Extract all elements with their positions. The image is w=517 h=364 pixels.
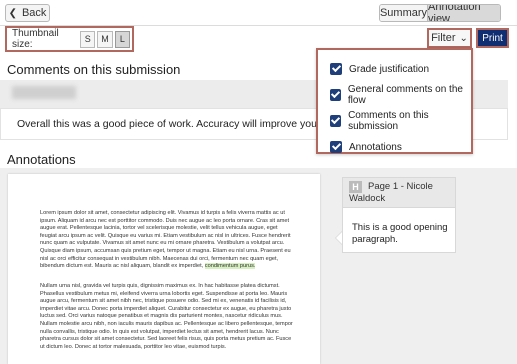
annotation-card[interactable]: H Page 1 - Nicole Waldock This is a good…	[342, 177, 456, 253]
comment-text: Overall this was a good piece of work. A…	[17, 118, 354, 130]
annotation-card-title: Page 1 - Nicole Waldock	[349, 181, 433, 204]
filter-item-label: Comments on this submission	[348, 110, 429, 132]
annotation-pointer-inner	[336, 232, 342, 244]
document-paragraph-2: Nullam urna nisl, gravida vel turpis qui…	[40, 283, 293, 350]
tab-summary[interactable]: Summary	[380, 5, 428, 21]
print-button[interactable]: Print	[476, 28, 509, 48]
annotation-card-header: H Page 1 - Nicole Waldock	[343, 178, 455, 208]
filter-menu: Grade justification General comments on …	[316, 48, 473, 154]
thumbnail-size-control: Thumbnail size: S M L	[5, 26, 134, 52]
thumbnail-size-m-button[interactable]: M	[97, 30, 113, 48]
filter-item-submission-comments[interactable]: Comments on this submission	[318, 108, 471, 134]
filter-button[interactable]: Filter ⌄	[427, 28, 472, 48]
thumbnail-size-l-button[interactable]: L	[114, 30, 130, 48]
thumbnail-size-label: Thumbnail size:	[12, 28, 59, 50]
filter-item-label: Grade justification	[349, 63, 430, 75]
annotations-section-title: Annotations	[7, 152, 76, 167]
chevron-down-icon: ⌄	[459, 32, 468, 44]
back-button[interactable]: ❮ Back	[5, 4, 50, 22]
tab-annotation-view[interactable]: Annotation view	[428, 5, 500, 21]
document-page[interactable]: Lorem ipsum dolor sit amet, consectetur …	[8, 174, 320, 364]
highlighted-text[interactable]: condimentum purus.	[204, 263, 256, 270]
thumbnail-size-s-button[interactable]: S	[80, 30, 96, 48]
filter-label: Filter	[431, 32, 456, 44]
filter-item-grade-justification[interactable]: Grade justification	[318, 56, 471, 82]
annotation-card-body: This is a good opening paragraph.	[352, 222, 448, 245]
checkbox-checked-icon[interactable]	[330, 89, 341, 101]
back-label: Back	[21, 7, 47, 19]
checkbox-checked-icon[interactable]	[330, 141, 342, 153]
document-paragraph-1: Lorem ipsum dolor sit amet, consectetur …	[40, 210, 295, 271]
filter-item-annotations[interactable]: Annotations	[318, 134, 471, 160]
checkbox-checked-icon[interactable]	[330, 63, 342, 75]
filter-item-label: Annotations	[349, 141, 402, 153]
paragraph-1-text: Lorem ipsum dolor sit amet, consectetur …	[40, 210, 291, 270]
redacted-author	[12, 86, 76, 99]
checkbox-checked-icon[interactable]	[330, 115, 342, 127]
view-toggle: Summary Annotation view	[379, 4, 501, 22]
filter-item-general-comments[interactable]: General comments on the flow	[318, 82, 471, 108]
comments-section-title: Comments on this submission	[7, 62, 181, 77]
chevron-left-icon: ❮	[8, 7, 17, 19]
filter-item-label: General comments on the flow	[347, 84, 463, 106]
